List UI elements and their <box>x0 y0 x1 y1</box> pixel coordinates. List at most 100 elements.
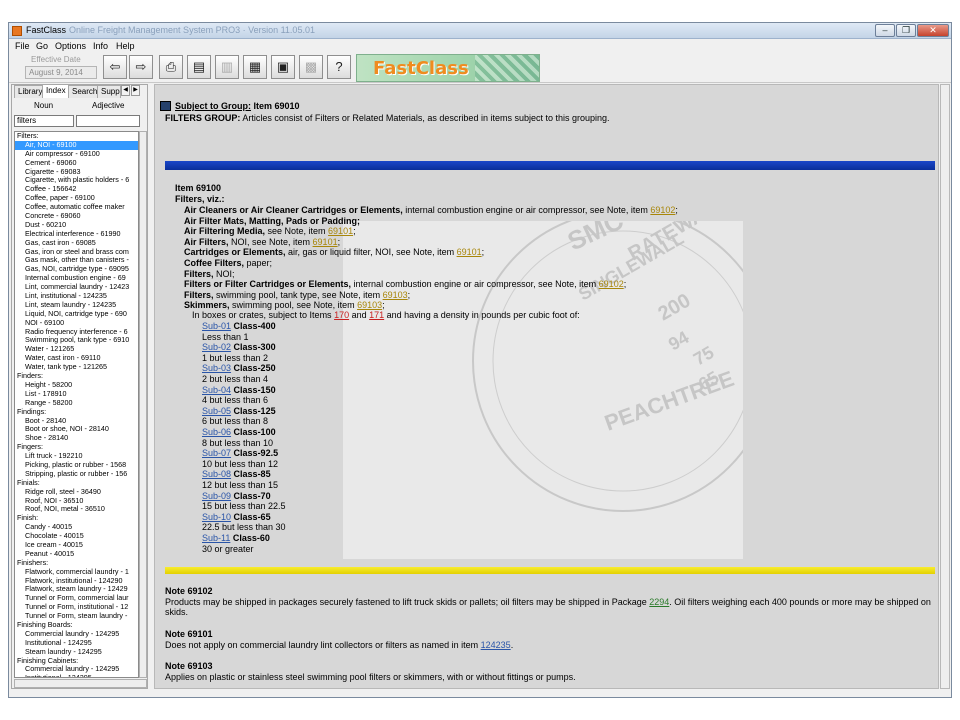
index-list-heading[interactable]: Finders: <box>15 372 138 381</box>
index-list-item[interactable]: Stripping, plastic or rubber - 156 <box>15 470 138 479</box>
grid-icon[interactable]: ▩ <box>299 55 323 79</box>
note-item-link[interactable]: 69102 <box>599 279 624 289</box>
index-list-item[interactable]: Coffee, automatic coffee maker <box>15 203 138 212</box>
index-list-item[interactable]: Commercial laundry - 124295 <box>15 630 138 639</box>
forward-arrow-icon[interactable]: ⇨ <box>129 55 153 79</box>
index-list-item[interactable]: Coffee, paper - 69100 <box>15 194 138 203</box>
note-item-link[interactable]: 69103 <box>383 290 408 300</box>
item-171-link[interactable]: 171 <box>369 310 384 320</box>
note-package-link[interactable]: 2294 <box>649 597 669 607</box>
index-list-item[interactable]: Lint, steam laundry - 124235 <box>15 301 138 310</box>
index-list-item[interactable]: Dust - 60210 <box>15 221 138 230</box>
tab-index[interactable]: Index <box>42 84 70 98</box>
index-list-heading[interactable]: Findings: <box>15 408 138 417</box>
noun-search-input[interactable]: filters <box>14 115 74 127</box>
index-list-heading[interactable]: Finials: <box>15 479 138 488</box>
list-icon[interactable]: ▥ <box>215 55 239 79</box>
page-icon[interactable]: ▦ <box>243 55 267 79</box>
menu-options[interactable]: Options <box>55 41 86 51</box>
menu-go[interactable]: Go <box>36 41 48 51</box>
index-list-item[interactable]: Chocolate - 40015 <box>15 532 138 541</box>
index-list-item[interactable]: Flatwork, institutional - 124290 <box>15 577 138 586</box>
sub-link[interactable]: Sub-08 <box>202 469 231 479</box>
sub-link[interactable]: Sub-11 <box>202 533 230 543</box>
index-list-item[interactable]: Water, cast iron - 69110 <box>15 354 138 363</box>
index-list-item[interactable]: Lint, institutional - 124235 <box>15 292 138 301</box>
index-list-item[interactable]: Air, NOI - 69100 <box>15 140 138 150</box>
index-list-item[interactable]: Lint, commercial laundry - 12423 <box>15 283 138 292</box>
index-list[interactable]: Filters: Air, NOI - 69100 Air compressor -… <box>14 131 139 678</box>
index-list-item[interactable]: Tunnel or Form, institutional - 12 <box>15 603 138 612</box>
index-list-item[interactable]: Gas mask, other than canisters - <box>15 256 138 265</box>
index-list-item[interactable]: Candy - 40015 <box>15 523 138 532</box>
index-list-item[interactable]: Liquid, NOI, cartridge type - 690 <box>15 310 138 319</box>
index-list-item[interactable]: Roof, NOI, metal - 36510 <box>15 505 138 514</box>
index-list-item[interactable]: Peanut - 40015 <box>15 550 138 559</box>
menu-help[interactable]: Help <box>116 41 135 51</box>
notes-icon[interactable]: ▣ <box>271 55 295 79</box>
sub-link[interactable]: Sub-02 <box>202 342 231 352</box>
index-list-item[interactable]: Air compressor - 69100 <box>15 150 138 159</box>
menu-file[interactable]: File <box>15 41 30 51</box>
index-list-item[interactable]: Cigarette, with plastic holders - 6 <box>15 176 138 185</box>
index-list-heading[interactable]: Finishers: <box>15 559 138 568</box>
note-item-link[interactable]: 69101 <box>313 237 338 247</box>
index-list-item[interactable]: List - 178910 <box>15 390 138 399</box>
minimize-button[interactable]: – <box>875 24 895 37</box>
close-button[interactable]: ✕ <box>917 24 949 37</box>
index-list-item[interactable]: Roof, NOI - 36510 <box>15 497 138 506</box>
index-list-heading[interactable]: Finishing Cabinets: <box>15 657 138 666</box>
index-list-heading[interactable]: Fingers: <box>15 443 138 452</box>
sub-link[interactable]: Sub-06 <box>202 427 231 437</box>
index-list-item[interactable]: Ice cream - 40015 <box>15 541 138 550</box>
note-item-link[interactable]: 69102 <box>650 205 675 215</box>
index-list-item[interactable]: Tunnel or Form, steam laundry - <box>15 612 138 621</box>
note-item-link[interactable]: 69101 <box>457 247 482 257</box>
index-list-item[interactable]: Electrical interference - 61990 <box>15 230 138 239</box>
index-list-item[interactable]: Cigarette - 69083 <box>15 168 138 177</box>
index-list-item[interactable]: Steam laundry - 124295 <box>15 648 138 657</box>
menu-info[interactable]: Info <box>93 41 108 51</box>
sub-link[interactable]: Sub-01 <box>202 321 231 331</box>
index-list-heading[interactable]: Filters: <box>15 132 138 141</box>
document-icon[interactable]: ▤ <box>187 55 211 79</box>
index-list-item[interactable]: Boot - 28140 <box>15 417 138 426</box>
index-list-item[interactable]: Shoe - 28140 <box>15 434 138 443</box>
index-list-item[interactable]: Range - 58200 <box>15 399 138 408</box>
back-arrow-icon[interactable]: ⇦ <box>103 55 127 79</box>
index-list-item[interactable]: Commercial laundry - 124295 <box>15 665 138 674</box>
index-list-item[interactable]: Institutional - 124295 <box>15 639 138 648</box>
index-list-horizontal-scrollbar[interactable] <box>14 679 147 688</box>
index-list-item[interactable]: NOI - 69100 <box>15 319 138 328</box>
tab-left-arrow-icon[interactable]: ◀ <box>121 85 130 96</box>
sub-link[interactable]: Sub-04 <box>202 385 231 395</box>
index-list-item[interactable]: Cement - 69060 <box>15 159 138 168</box>
item-170-link[interactable]: 170 <box>334 310 349 320</box>
index-list-item[interactable]: Lift truck - 192210 <box>15 452 138 461</box>
index-list-item[interactable]: Swimming pool, tank type - 6910 <box>15 336 138 345</box>
maximize-button[interactable]: ❐ <box>896 24 916 37</box>
sub-link[interactable]: Sub-07 <box>202 448 231 458</box>
index-list-item[interactable]: Flatwork, steam laundry - 12429 <box>15 585 138 594</box>
sub-link[interactable]: Sub-05 <box>202 406 231 416</box>
adjective-search-input[interactable] <box>76 115 140 127</box>
index-list-item[interactable]: Picking, plastic or rubber - 1568 <box>15 461 138 470</box>
index-list-item[interactable]: Height - 58200 <box>15 381 138 390</box>
note-item-link[interactable]: 69103 <box>357 300 382 310</box>
index-list-item[interactable]: Water, tank type - 121265 <box>15 363 138 372</box>
help-icon[interactable]: ? <box>327 55 351 79</box>
index-list-item[interactable]: Institutional - 124295 <box>15 674 138 677</box>
tab-supplement[interactable]: Suppl <box>97 85 121 98</box>
index-list-heading[interactable]: Finishing Boards: <box>15 621 138 630</box>
index-list-heading[interactable]: Finish: <box>15 514 138 523</box>
index-list-item[interactable]: Boot or shoe, NOI - 28140 <box>15 425 138 434</box>
effective-date-field[interactable]: August 9, 2014 <box>25 66 97 79</box>
index-list-item[interactable]: Water - 121265 <box>15 345 138 354</box>
sub-link[interactable]: Sub-09 <box>202 491 231 501</box>
print-icon[interactable]: ⎙ <box>159 55 183 79</box>
subject-to-group-link[interactable]: Subject to Group: <box>175 101 251 111</box>
index-list-item[interactable]: Coffee - 156642 <box>15 185 138 194</box>
note-package-link[interactable]: 124235 <box>481 640 511 650</box>
index-list-item[interactable]: Ridge roll, steel - 36490 <box>15 488 138 497</box>
index-list-item[interactable]: Gas, cast iron - 69085 <box>15 239 138 248</box>
